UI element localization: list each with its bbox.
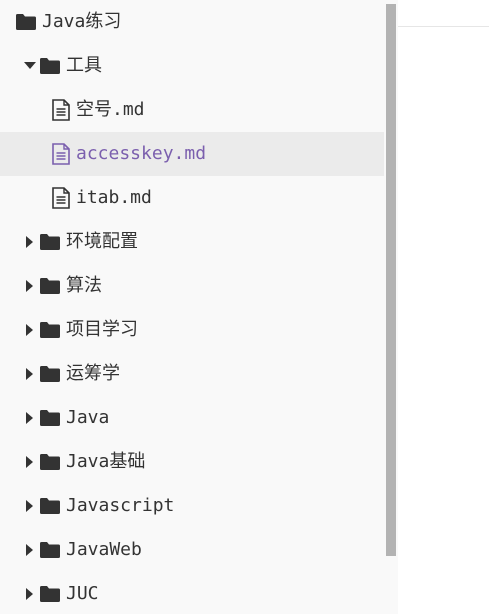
tree-folder-env-config[interactable]: 环境配置 <box>0 220 384 264</box>
editor-pane[interactable] <box>398 0 489 614</box>
folder-icon <box>40 454 60 470</box>
editor-top-bar <box>398 0 489 27</box>
tree-item-label: 算法 <box>66 275 102 296</box>
tree-file-accesskey[interactable]: accesskey.md <box>0 132 384 176</box>
folder-icon <box>40 322 60 338</box>
tree-item-label: itab.md <box>76 187 152 208</box>
tree-folder-tools[interactable]: 工具 <box>0 44 384 88</box>
sidebar-scrollbar-thumb[interactable] <box>386 4 396 556</box>
caret-right-icon[interactable] <box>22 586 38 602</box>
tree-item-label: Java基础 <box>66 451 146 472</box>
tree-item-label: JUC <box>66 583 99 604</box>
tree-item-label: 运筹学 <box>66 363 120 384</box>
tree-folder-java-basics[interactable]: Java基础 <box>0 440 384 484</box>
file-icon <box>52 143 70 165</box>
tree-item-label: accesskey.md <box>76 143 207 164</box>
tree-item-label: Java <box>66 407 110 428</box>
file-icon <box>52 99 70 121</box>
folder-icon <box>40 498 60 514</box>
tree-item-label: 项目学习 <box>66 319 138 340</box>
tree-item-label: Java练习 <box>42 11 122 32</box>
file-tree: Java练习 工具 空号.md accesskey.md itab.md 环境配… <box>0 0 384 614</box>
folder-icon <box>40 278 60 294</box>
caret-right-icon[interactable] <box>22 454 38 470</box>
caret-right-icon[interactable] <box>22 234 38 250</box>
folder-icon <box>40 542 60 558</box>
caret-right-icon[interactable] <box>22 322 38 338</box>
folder-icon <box>40 58 60 74</box>
folder-icon <box>16 14 36 30</box>
caret-right-icon[interactable] <box>22 278 38 294</box>
tree-folder-project-study[interactable]: 项目学习 <box>0 308 384 352</box>
tree-folder-algorithms[interactable]: 算法 <box>0 264 384 308</box>
tree-folder-juc[interactable]: JUC <box>0 572 384 614</box>
tree-folder-javaweb[interactable]: JavaWeb <box>0 528 384 572</box>
tree-folder-java[interactable]: Java <box>0 396 384 440</box>
caret-down-icon[interactable] <box>22 58 38 74</box>
tree-file-itab[interactable]: itab.md <box>0 176 384 220</box>
tree-file-konghao[interactable]: 空号.md <box>0 88 384 132</box>
file-icon <box>52 187 70 209</box>
folder-icon <box>40 410 60 426</box>
caret-right-icon[interactable] <box>22 498 38 514</box>
caret-right-icon[interactable] <box>22 542 38 558</box>
tree-item-label: 环境配置 <box>66 231 138 252</box>
tree-item-label: 空号.md <box>76 99 145 120</box>
folder-icon <box>40 234 60 250</box>
tree-folder-javascript[interactable]: Javascript <box>0 484 384 528</box>
tree-root-folder[interactable]: Java练习 <box>0 0 384 44</box>
file-tree-sidebar: Java练习 工具 空号.md accesskey.md itab.md 环境配… <box>0 0 398 614</box>
folder-icon <box>40 366 60 382</box>
tree-item-label: JavaWeb <box>66 539 142 560</box>
folder-icon <box>40 586 60 602</box>
caret-right-icon[interactable] <box>22 410 38 426</box>
tree-folder-operations-research[interactable]: 运筹学 <box>0 352 384 396</box>
tree-item-label: 工具 <box>66 55 102 76</box>
caret-right-icon[interactable] <box>22 366 38 382</box>
tree-item-label: Javascript <box>66 495 175 516</box>
